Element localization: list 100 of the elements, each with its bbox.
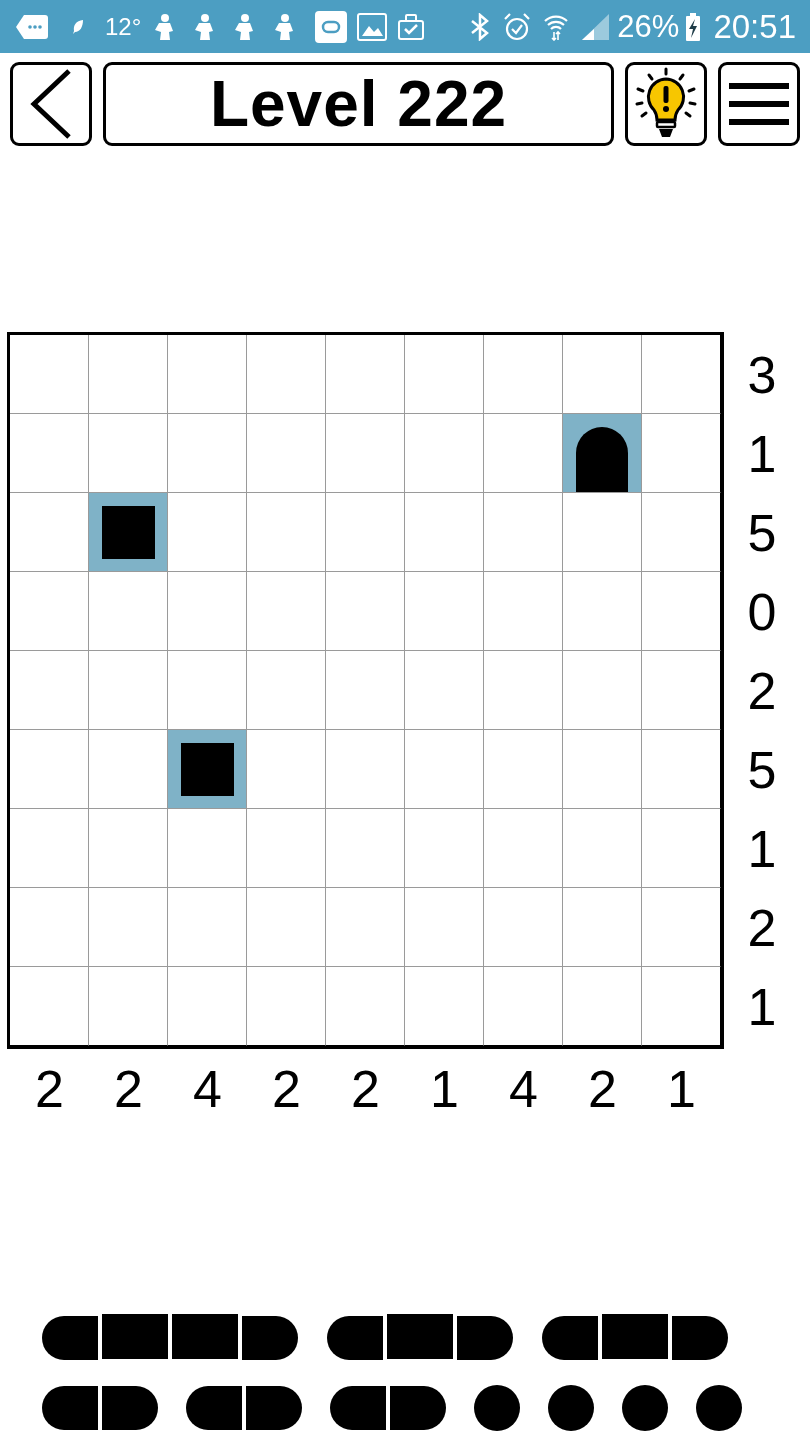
- grid-cell[interactable]: [642, 888, 721, 967]
- grid-cell[interactable]: [10, 730, 89, 809]
- grid-cell[interactable]: [405, 651, 484, 730]
- person-icon: [234, 13, 255, 40]
- grid-cell[interactable]: [247, 967, 326, 1046]
- signal-icon: [582, 13, 610, 40]
- column-clue: 4: [509, 1059, 538, 1119]
- grid-cell[interactable]: [247, 335, 326, 414]
- grid-cell[interactable]: [168, 967, 247, 1046]
- grid-cell[interactable]: [326, 888, 405, 967]
- alarm-icon: [504, 12, 531, 41]
- grid-cell[interactable]: [563, 651, 642, 730]
- grid-cell[interactable]: [89, 335, 168, 414]
- grid-cell[interactable]: [642, 730, 721, 809]
- grid-cell[interactable]: [10, 572, 89, 651]
- grid-cell[interactable]: [168, 572, 247, 651]
- grid-cell[interactable]: [484, 493, 563, 572]
- grid-cell[interactable]: [168, 809, 247, 888]
- grid-cell[interactable]: [563, 888, 642, 967]
- leaf-icon: [73, 19, 83, 34]
- grid-cell[interactable]: [326, 414, 405, 493]
- grid-cell[interactable]: [642, 572, 721, 651]
- grid-cell[interactable]: [168, 888, 247, 967]
- grid-cell[interactable]: [642, 967, 721, 1046]
- row-clue: 0: [747, 585, 777, 638]
- grid-cell[interactable]: [484, 335, 563, 414]
- grid-cell[interactable]: [405, 888, 484, 967]
- battery-percent: 26%: [617, 11, 680, 42]
- grid-cell[interactable]: [168, 730, 247, 809]
- grid-cell[interactable]: [563, 335, 642, 414]
- grid-cell[interactable]: [247, 414, 326, 493]
- grid-cell[interactable]: [563, 730, 642, 809]
- grid-cell[interactable]: [89, 651, 168, 730]
- grid-cell[interactable]: [563, 414, 642, 493]
- chevron-left-icon: [30, 69, 72, 139]
- grid-cell[interactable]: [10, 335, 89, 414]
- grid-cell[interactable]: [484, 414, 563, 493]
- grid-cell[interactable]: [642, 335, 721, 414]
- grid-cell[interactable]: [89, 888, 168, 967]
- grid-cell[interactable]: [10, 809, 89, 888]
- person-icon: [194, 13, 215, 40]
- grid-cell[interactable]: [168, 335, 247, 414]
- grid-cell[interactable]: [10, 414, 89, 493]
- grid-cell[interactable]: [89, 730, 168, 809]
- grid-cell[interactable]: [405, 414, 484, 493]
- grid-cell[interactable]: [326, 572, 405, 651]
- grid-cell[interactable]: [247, 888, 326, 967]
- grid-cell[interactable]: [326, 651, 405, 730]
- grid-cell[interactable]: [247, 651, 326, 730]
- ship-segment-icon: [180, 742, 234, 796]
- temperature: 12°: [105, 14, 142, 39]
- grid-cell[interactable]: [484, 730, 563, 809]
- grid-cell[interactable]: [563, 967, 642, 1046]
- grid-cell[interactable]: [89, 809, 168, 888]
- grid-cell[interactable]: [168, 414, 247, 493]
- clipboard-check-icon: [398, 13, 425, 40]
- menu-button[interactable]: [718, 62, 800, 146]
- grid-cell[interactable]: [563, 493, 642, 572]
- grid-cell[interactable]: [10, 888, 89, 967]
- grid-cell[interactable]: [484, 967, 563, 1046]
- grid-cell[interactable]: [642, 809, 721, 888]
- grid-cell[interactable]: [405, 335, 484, 414]
- grid-cell[interactable]: [563, 572, 642, 651]
- grid-cell[interactable]: [10, 967, 89, 1046]
- battery-icon: [686, 12, 701, 41]
- row-clue: 3: [747, 348, 777, 401]
- hint-button[interactable]: [625, 62, 707, 146]
- grid-cell[interactable]: [10, 651, 89, 730]
- grid-cell[interactable]: [247, 572, 326, 651]
- grid-cell[interactable]: [405, 809, 484, 888]
- grid-cell[interactable]: [326, 335, 405, 414]
- grid-cell[interactable]: [563, 809, 642, 888]
- grid-cell[interactable]: [642, 414, 721, 493]
- grid-cell[interactable]: [484, 651, 563, 730]
- grid-cell[interactable]: [326, 493, 405, 572]
- grid-cell[interactable]: [484, 809, 563, 888]
- grid-cell[interactable]: [247, 730, 326, 809]
- back-button[interactable]: [10, 62, 92, 146]
- column-clue: 1: [430, 1059, 459, 1119]
- grid-cell[interactable]: [405, 493, 484, 572]
- grid-cell[interactable]: [405, 730, 484, 809]
- column-clue: 2: [114, 1059, 143, 1119]
- grid-cell[interactable]: [326, 809, 405, 888]
- grid-cell[interactable]: [484, 572, 563, 651]
- grid-cell[interactable]: [168, 493, 247, 572]
- grid-cell[interactable]: [326, 730, 405, 809]
- grid-cell[interactable]: [484, 888, 563, 967]
- grid-cell[interactable]: [247, 493, 326, 572]
- grid-cell[interactable]: [89, 572, 168, 651]
- grid-cell[interactable]: [405, 572, 484, 651]
- grid-cell[interactable]: [642, 651, 721, 730]
- grid-cell[interactable]: [10, 493, 89, 572]
- grid-cell[interactable]: [89, 967, 168, 1046]
- grid-cell[interactable]: [326, 967, 405, 1046]
- grid-cell[interactable]: [642, 493, 721, 572]
- grid-cell[interactable]: [89, 414, 168, 493]
- grid-cell[interactable]: [168, 651, 247, 730]
- grid-cell[interactable]: [89, 493, 168, 572]
- grid-cell[interactable]: [405, 967, 484, 1046]
- grid-cell[interactable]: [247, 809, 326, 888]
